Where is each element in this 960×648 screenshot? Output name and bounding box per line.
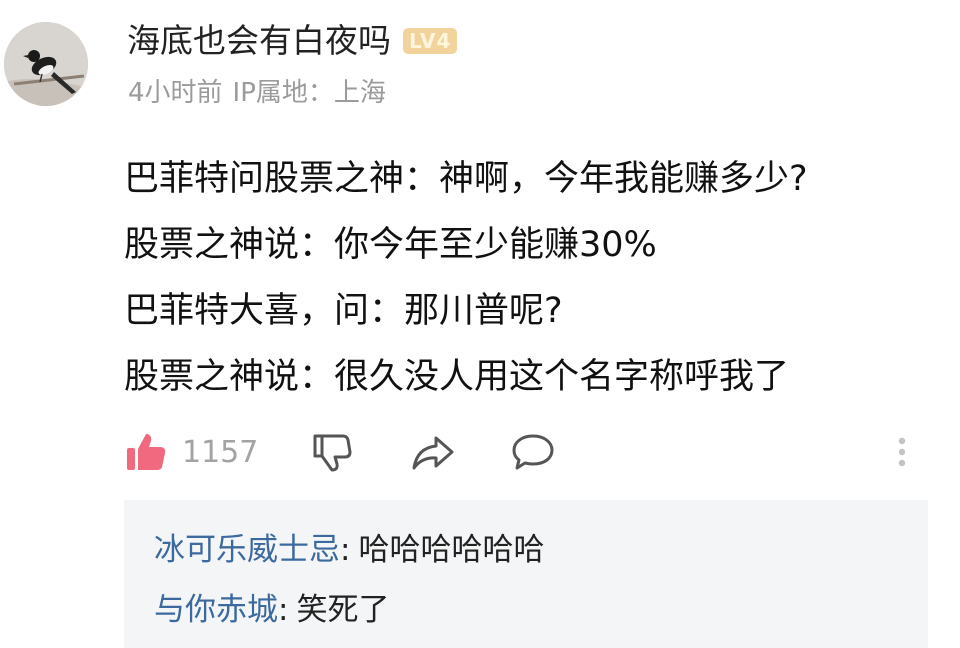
comment-button[interactable] xyxy=(510,424,556,480)
thumbs-up-icon xyxy=(127,434,166,470)
post-content: 巴菲特问股票之神：神啊，今年我能赚多少? 股票之神说：你今年至少能赚30% 巴菲… xyxy=(124,146,944,410)
replies-box[interactable]: 冰可乐威士忌: 哈哈哈哈哈哈 与你赤城: 笑死了 xyxy=(124,500,928,648)
thumbs-down-icon xyxy=(313,434,352,472)
more-options-button[interactable] xyxy=(894,424,910,480)
share-button[interactable] xyxy=(410,424,456,480)
magpie-bird-image xyxy=(4,22,88,106)
reply-separator: : xyxy=(278,592,289,628)
reply-item[interactable]: 与你赤城: 笑死了 xyxy=(154,588,389,632)
like-count: 1157 xyxy=(182,434,259,470)
avatar[interactable] xyxy=(4,22,88,106)
level-badge: LV4 xyxy=(403,28,458,54)
content-line: 股票之神说：你今年至少能赚30% xyxy=(124,225,657,265)
reply-author[interactable]: 与你赤城 xyxy=(154,592,278,628)
content-line: 巴菲特大喜，问：那川普呢? xyxy=(124,291,563,331)
reply-separator: : xyxy=(340,532,351,568)
author-name-row: 海底也会有白夜吗 LV4 xyxy=(127,18,458,64)
more-vertical-icon xyxy=(898,437,906,467)
reply-text: 笑死了 xyxy=(296,592,390,628)
author-name[interactable]: 海底也会有白夜吗 xyxy=(127,21,391,60)
content-line: 巴菲特问股票之神：神啊，今年我能赚多少? xyxy=(124,159,808,199)
post-time: 4小时前 xyxy=(128,78,223,108)
reply-item[interactable]: 冰可乐威士忌: 哈哈哈哈哈哈 xyxy=(154,528,544,572)
comment-post: 海底也会有白夜吗 LV4 4小时前 IP属地：上海 巴菲特问股票之神：神啊，今年我能… xyxy=(0,0,960,648)
post-meta: 4小时前 IP属地：上海 xyxy=(128,73,386,113)
comment-bubble-icon xyxy=(512,434,554,470)
dislike-button[interactable] xyxy=(310,424,354,480)
like-button[interactable]: 1157 xyxy=(124,424,258,480)
reply-author[interactable]: 冰可乐威士忌 xyxy=(154,532,340,568)
ip-location: IP属地：上海 xyxy=(232,78,386,108)
content-line: 股票之神说：很久没人用这个名字称呼我了 xyxy=(124,357,790,397)
reply-text: 哈哈哈哈哈哈 xyxy=(358,532,545,568)
action-bar: 1157 xyxy=(124,424,924,480)
share-icon xyxy=(412,436,454,470)
